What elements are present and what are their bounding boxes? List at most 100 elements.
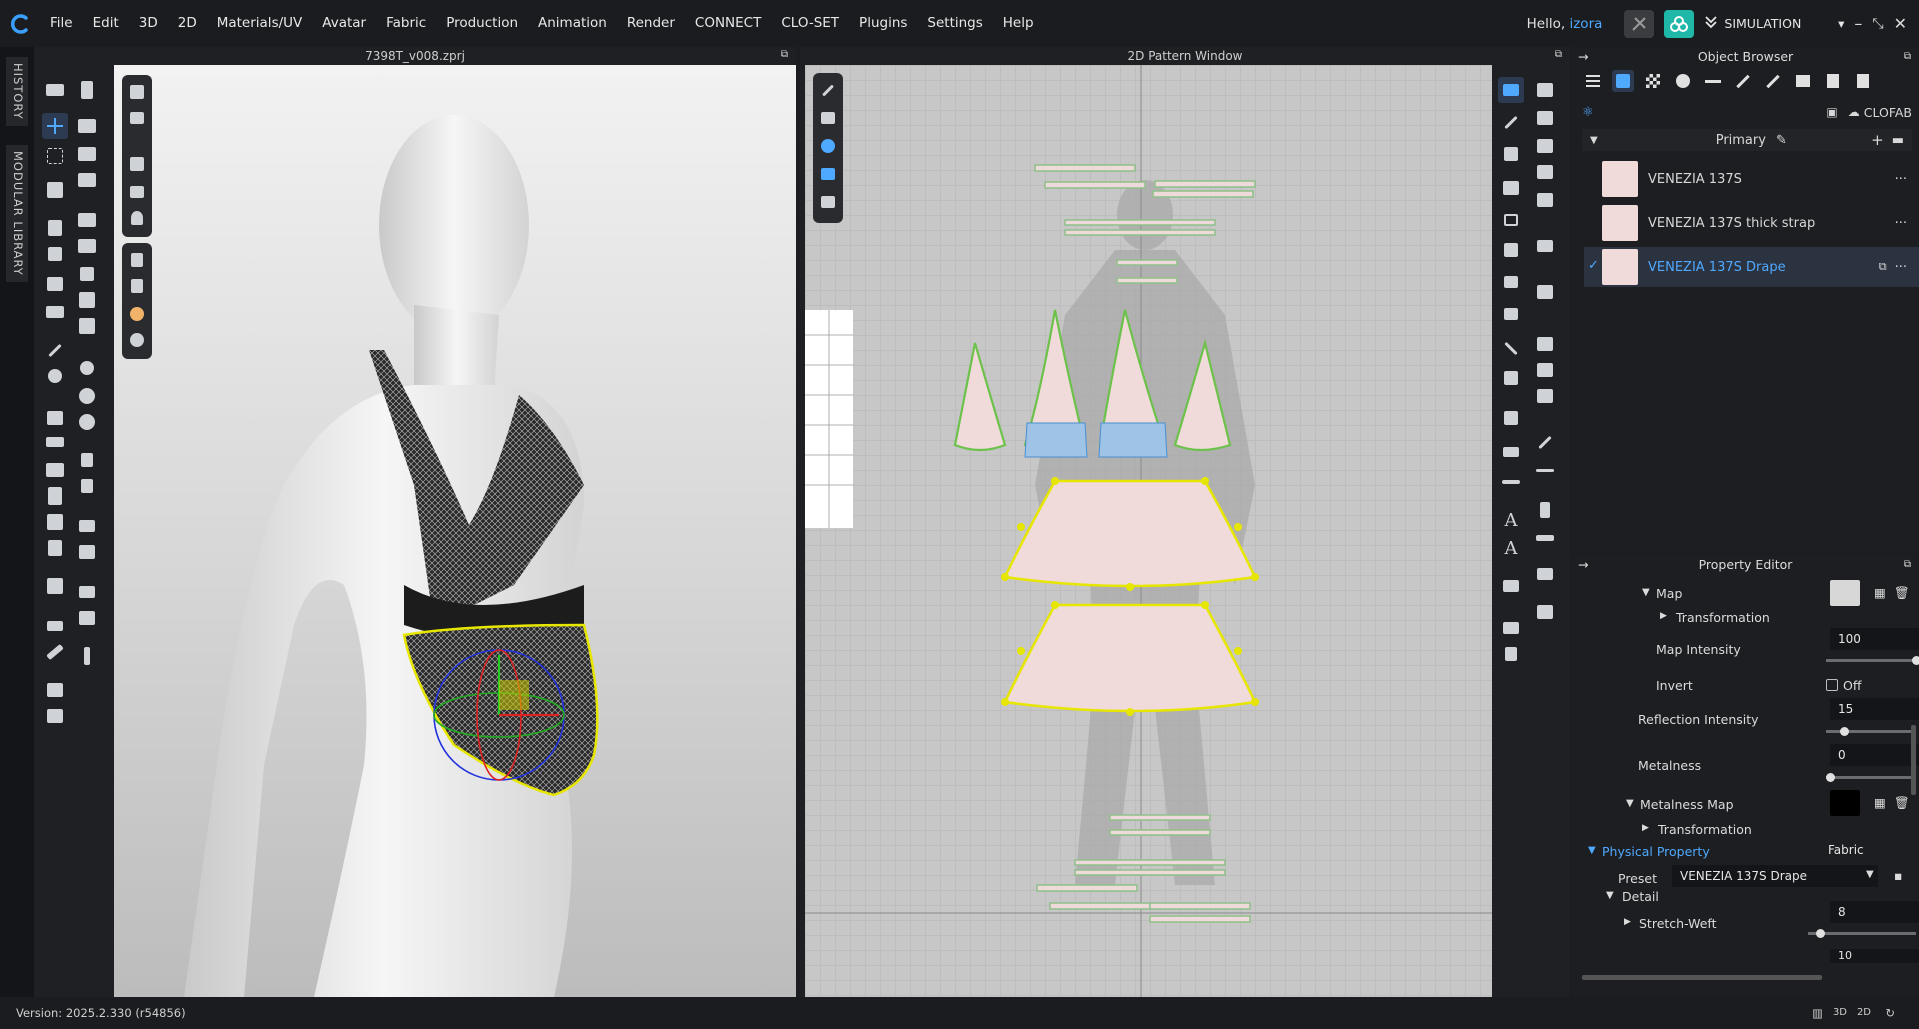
clo-logo-icon[interactable] bbox=[0, 0, 40, 47]
menu-edit[interactable]: Edit bbox=[83, 0, 129, 47]
fold-line-icon[interactable] bbox=[1498, 335, 1524, 361]
layout-split-icon[interactable]: ▥ bbox=[1812, 997, 1823, 1029]
simulation-tool-icon[interactable] bbox=[42, 77, 68, 103]
tack-tool-icon[interactable] bbox=[42, 241, 68, 267]
ruler-2d-icon[interactable] bbox=[1498, 469, 1524, 495]
measure-icon[interactable] bbox=[42, 337, 68, 363]
fold-arrangement-icon[interactable] bbox=[42, 177, 68, 203]
fabric-share-icon[interactable]: ⚛ bbox=[1582, 105, 1594, 120]
minimize-icon[interactable]: – bbox=[1854, 14, 1862, 33]
map-intensity-slider[interactable] bbox=[1826, 656, 1919, 665]
tool-2d-b14-icon[interactable] bbox=[1532, 525, 1558, 551]
menu-materials-uv[interactable]: Materials/UV bbox=[207, 0, 313, 47]
folder-icon[interactable]: ▬ bbox=[1892, 133, 1904, 148]
tool-2d-b8-icon[interactable] bbox=[1532, 331, 1558, 357]
tool-2d-b7-icon[interactable] bbox=[1532, 279, 1558, 305]
metalness-slider[interactable] bbox=[1826, 773, 1916, 782]
username-link[interactable]: izora bbox=[1569, 16, 1602, 32]
tool-2d-b13-icon[interactable] bbox=[1532, 497, 1558, 523]
lock-tool-2-icon[interactable] bbox=[74, 473, 100, 499]
expand-map-icon[interactable]: ▼ bbox=[1642, 587, 1650, 598]
menu-clo-set[interactable]: CLO-SET bbox=[771, 0, 849, 47]
menu-avatar[interactable]: Avatar bbox=[312, 0, 376, 47]
horizontal-scrollbar[interactable] bbox=[1582, 975, 1822, 980]
pin-tool-icon[interactable] bbox=[42, 215, 68, 241]
preset-dropdown[interactable]: VENEZIA 137S Drape bbox=[1672, 865, 1878, 887]
target-tool-icon[interactable] bbox=[74, 355, 100, 381]
tool-2d-b11-icon[interactable] bbox=[1532, 429, 1558, 455]
garment-tool-3-icon[interactable] bbox=[74, 167, 100, 193]
primary-group-header[interactable]: ▼ Primary ✎ + ▬ bbox=[1582, 129, 1912, 151]
simulation-mode-dropdown[interactable]: SIMULATION ▾ bbox=[1704, 15, 1844, 32]
expand-transformation-icon[interactable]: ▶ bbox=[1660, 611, 1667, 621]
expand-metalness-map-icon[interactable]: ▼ bbox=[1626, 798, 1634, 809]
add-fabric-icon[interactable]: + bbox=[1871, 131, 1884, 149]
texture-edit-icon[interactable] bbox=[42, 405, 68, 431]
button-tool-icon[interactable] bbox=[42, 457, 68, 483]
stretch-weft-input[interactable]: 8 bbox=[1830, 901, 1919, 923]
tool-2d-b4-icon[interactable] bbox=[1532, 159, 1558, 185]
float-panel-icon[interactable]: ⧉ bbox=[1904, 47, 1911, 67]
menu-plugins[interactable]: Plugins bbox=[849, 0, 917, 47]
tool-2d-b2-icon[interactable] bbox=[1532, 105, 1558, 131]
avatar-mannequin[interactable] bbox=[114, 65, 796, 997]
stretch-weft-slider[interactable] bbox=[1808, 929, 1916, 938]
refresh-icon[interactable]: ↻ bbox=[1885, 997, 1895, 1029]
slider-knob[interactable] bbox=[1840, 727, 1849, 736]
zipper-tool-icon[interactable] bbox=[42, 483, 68, 509]
reflection-intensity-input[interactable]: 15 bbox=[1830, 698, 1919, 720]
panel-tool-2-icon[interactable] bbox=[74, 539, 100, 565]
button-tab-icon[interactable] bbox=[1672, 70, 1694, 92]
add-fabric-folder-icon[interactable]: ▣ bbox=[1826, 105, 1837, 119]
menu-animation[interactable]: Animation bbox=[528, 0, 617, 47]
restore-icon[interactable]: ⤡ bbox=[1872, 16, 1883, 32]
panel-tool-3-icon[interactable] bbox=[74, 579, 100, 605]
tool-2d-b15-icon[interactable] bbox=[1532, 561, 1558, 587]
list-view-icon[interactable] bbox=[1582, 70, 1604, 92]
lock-2d-icon[interactable] bbox=[1498, 641, 1524, 667]
collapse-panel-icon[interactable]: → bbox=[1578, 47, 1588, 67]
menu-2d[interactable]: 2D bbox=[168, 0, 207, 47]
modular-library-tab[interactable]: MODULAR LIBRARY bbox=[6, 145, 28, 282]
preset-dropdown-arrow-icon[interactable]: ▼ bbox=[1866, 869, 1874, 880]
tool-2d-b12-icon[interactable] bbox=[1532, 457, 1558, 483]
walk-tool-icon[interactable] bbox=[74, 77, 100, 103]
next-value-input[interactable]: 10 bbox=[1830, 949, 1919, 963]
menu-3d[interactable]: 3D bbox=[129, 0, 168, 47]
pattern-sew-icon[interactable] bbox=[74, 287, 100, 313]
edit-group-icon[interactable]: ✎ bbox=[1776, 133, 1787, 148]
lock-tool-icon[interactable] bbox=[74, 447, 100, 473]
vertical-scrollbar[interactable] bbox=[1911, 725, 1916, 795]
float-panel-icon[interactable]: ⧉ bbox=[1904, 555, 1911, 575]
menu-file[interactable]: File bbox=[40, 0, 83, 47]
tool-2d-b3-icon[interactable] bbox=[1532, 133, 1558, 159]
globe-tool-icon[interactable] bbox=[74, 383, 100, 409]
pattern-layout[interactable] bbox=[805, 65, 1492, 997]
panel-tool-1-icon[interactable] bbox=[74, 513, 100, 539]
preset-save-icon[interactable]: ▪ bbox=[1894, 868, 1902, 883]
tool-2d-b1-icon[interactable] bbox=[1532, 77, 1558, 103]
more-tabs-icon[interactable] bbox=[1852, 70, 1874, 92]
physical-property-type[interactable]: Fabric bbox=[1820, 839, 1919, 861]
puckering-icon[interactable] bbox=[42, 573, 68, 599]
text-tool-alt-icon[interactable]: A bbox=[1498, 535, 1524, 561]
2d-viewport[interactable] bbox=[805, 65, 1492, 997]
panel-tool-4-icon[interactable] bbox=[74, 605, 100, 631]
zipper-tab-icon[interactable] bbox=[1762, 70, 1784, 92]
garment-tool-5-icon[interactable] bbox=[74, 233, 100, 259]
sew-icon[interactable] bbox=[1498, 365, 1524, 391]
garment-tool-2-icon[interactable] bbox=[74, 141, 100, 167]
tool-2d-b16-icon[interactable] bbox=[1532, 599, 1558, 625]
trim-tab-icon[interactable] bbox=[1792, 70, 1814, 92]
metalness-map-swatch[interactable] bbox=[1830, 790, 1860, 816]
segment-sew-icon[interactable] bbox=[1498, 405, 1524, 431]
internal-shape-icon[interactable] bbox=[1498, 237, 1524, 263]
transform-pattern-icon[interactable] bbox=[1498, 141, 1524, 167]
slider-knob[interactable] bbox=[1816, 929, 1825, 938]
pin-down-icon[interactable] bbox=[74, 643, 100, 669]
garment-tool-4-icon[interactable] bbox=[74, 207, 100, 233]
close-icon[interactable]: ✕ bbox=[1894, 14, 1907, 33]
mesh-tool-icon[interactable] bbox=[74, 313, 100, 339]
edit-curve-icon[interactable] bbox=[1498, 109, 1524, 135]
fabric-tab-icon[interactable] bbox=[1612, 70, 1634, 92]
